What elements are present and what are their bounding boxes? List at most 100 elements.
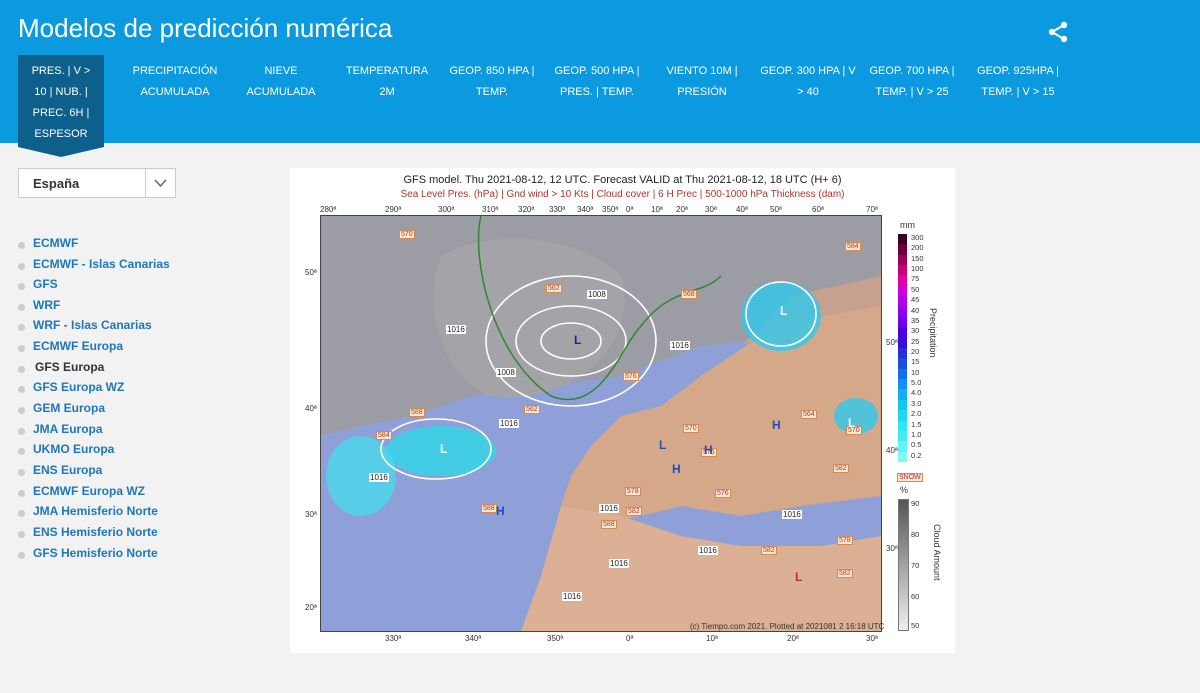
precip-bar-title: Precipitation — [928, 308, 938, 358]
isobar-label: 1008 — [587, 290, 607, 299]
model-item-ecmwf-europa-wz[interactable]: ECMWF Europa WZ — [18, 483, 198, 503]
model-item-gem-europa[interactable]: GEM Europa — [18, 400, 198, 420]
bullet-icon — [18, 304, 25, 311]
cloud-bar-label: 50 — [911, 621, 920, 630]
lon-tick-top: 30ª — [705, 205, 717, 214]
model-item-ecmwf-europa[interactable]: ECMWF Europa — [18, 338, 198, 358]
lon-tick-top: 60ª — [812, 205, 824, 214]
precip-bar-label: 50 — [911, 284, 920, 294]
cloud-bar-label: 80 — [911, 530, 920, 539]
pressure-center-low: L — [659, 438, 667, 452]
precip-bar-label: 75 — [911, 274, 920, 284]
tab-nieve-acumulada[interactable]: NIEVE ACUMULADA — [238, 55, 324, 103]
model-item-ens-europa[interactable]: ENS Europa — [18, 462, 198, 482]
lon-tick-top: 310ª — [482, 205, 499, 214]
region-selected-value: España — [33, 176, 80, 191]
precip-swatch — [898, 420, 907, 431]
model-item-gfs[interactable]: GFS — [18, 276, 198, 296]
bullet-icon — [18, 469, 25, 476]
thickness-label: 582 — [761, 546, 777, 555]
lon-tick-bottom: 330ª — [385, 634, 402, 643]
model-item-wrf[interactable]: WRF — [18, 297, 198, 317]
precip-bar-label: 5.0 — [911, 378, 922, 388]
precip-bar-label: 20 — [911, 347, 920, 356]
model-item-gfs-hn[interactable]: GFS Hemisferio Norte — [18, 545, 198, 565]
lat-tick-right: 40ª — [886, 446, 898, 455]
precip-swatch — [898, 368, 907, 380]
pressure-center-high: H — [772, 418, 781, 432]
model-item-jma-hn[interactable]: JMA Hemisferio Norte — [18, 503, 198, 523]
precip-bar-label: 45 — [911, 295, 920, 305]
bullet-icon — [18, 386, 25, 393]
precip-unit: mm — [900, 220, 915, 230]
precip-swatch — [898, 410, 907, 421]
precip-swatch — [898, 399, 907, 411]
lon-tick-bottom: 350ª — [547, 634, 564, 643]
thickness-label: 568 — [681, 290, 697, 299]
thickness-label: 588 — [409, 408, 425, 417]
thickness-label: 578 — [837, 536, 853, 545]
lon-tick-top: 340ª — [577, 205, 594, 214]
tab-geop-700[interactable]: GEOP. 700 HPA | TEMP. | V > 25 — [864, 55, 960, 103]
lon-tick-top: 290ª — [385, 205, 402, 214]
isobar-label: 1016 — [446, 325, 466, 334]
snow-label: SNOW — [897, 473, 923, 482]
model-item-gfs-europa[interactable]: GFS Europa — [18, 359, 198, 379]
precip-bar-label: 3.0 — [911, 398, 922, 408]
precip-swatch — [898, 244, 907, 255]
precip-bar-label: 35 — [911, 315, 920, 325]
pressure-center-low: L — [795, 570, 803, 584]
lat-tick-right: 30ª — [886, 544, 898, 553]
model-item-ecmwf[interactable]: ECMWF — [18, 235, 198, 255]
precip-bar-label: 0.2 — [911, 450, 922, 460]
tab-geop-850[interactable]: GEOP. 850 HPA | TEMP. — [444, 55, 540, 103]
model-item-ens-hn[interactable]: ENS Hemisferio Norte — [18, 524, 198, 544]
isobar-label: 1016 — [499, 419, 519, 428]
tab-geop-925[interactable]: GEOP. 925HPA | TEMP. | V > 15 — [970, 55, 1066, 103]
precip-bar-label: 30 — [911, 326, 920, 336]
lon-tick-bottom: 30ª — [866, 634, 878, 643]
thickness-label: 562 — [524, 405, 540, 414]
bullet-icon — [18, 448, 25, 455]
model-item-wrf-canarias[interactable]: WRF - Islas Canarias — [18, 317, 198, 337]
tab-pres-v10-nub-prec-espesor[interactable]: PRES. | V > 10 | NUB. | PREC. 6H | ESPES… — [18, 55, 104, 157]
precip-bar-label: 0.5 — [911, 440, 922, 450]
tab-temperatura-2m[interactable]: TEMPERATURA 2M — [339, 55, 435, 103]
precip-bar-label: 1.5 — [911, 419, 922, 429]
bullet-icon — [18, 490, 25, 497]
region-select[interactable]: España — [18, 168, 176, 198]
header: Modelos de predicción numérica PRES. | V… — [0, 0, 1200, 157]
precip-swatch — [898, 234, 907, 245]
bullet-icon — [18, 531, 25, 538]
share-icon[interactable] — [1046, 20, 1070, 44]
tab-precipitacion-acumulada[interactable]: PRECIPITACIÓN ACUMULADA — [122, 55, 228, 103]
map-plot-area: 1016 1008 1008 1016 1016 1016 1016 1016 … — [320, 215, 882, 632]
model-item-ukmo-europa[interactable]: UKMO Europa — [18, 441, 198, 461]
lon-tick-top: 20ª — [676, 205, 688, 214]
precip-swatch — [898, 254, 907, 266]
lon-tick-bottom: 10ª — [706, 634, 718, 643]
thickness-label: 570 — [683, 424, 699, 433]
isobar-label: 1016 — [609, 559, 629, 568]
tab-geop-300[interactable]: GEOP. 300 HPA | V > 40 — [760, 55, 856, 103]
isobar-label: 1016 — [698, 546, 718, 555]
pressure-center-high: H — [704, 443, 713, 457]
lon-tick-top: 40ª — [736, 205, 748, 214]
model-item-ecmwf-canarias[interactable]: ECMWF - Islas Canarias — [18, 256, 198, 276]
model-item-gfs-europa-wz[interactable]: GFS Europa WZ — [18, 379, 198, 399]
precip-swatch — [898, 316, 907, 328]
bullet-icon — [18, 552, 25, 559]
lon-tick-top: 10ª — [651, 205, 663, 214]
bullet-icon — [18, 428, 25, 435]
pressure-center-high: H — [672, 462, 681, 476]
precip-swatch — [898, 275, 907, 286]
precip-swatch — [898, 327, 907, 338]
thickness-label: 564 — [801, 410, 817, 419]
model-item-jma-europa[interactable]: JMA Europa — [18, 421, 198, 441]
tab-geop-500[interactable]: GEOP. 500 HPA | PRES. | TEMP. — [549, 55, 645, 103]
thickness-label: 582 — [626, 507, 642, 516]
bullet-icon — [18, 263, 25, 270]
thickness-label: 582 — [837, 569, 853, 578]
isobar-label: 1016 — [782, 510, 802, 519]
tab-viento-10m[interactable]: VIENTO 10M | PRESIÓN — [654, 55, 750, 103]
